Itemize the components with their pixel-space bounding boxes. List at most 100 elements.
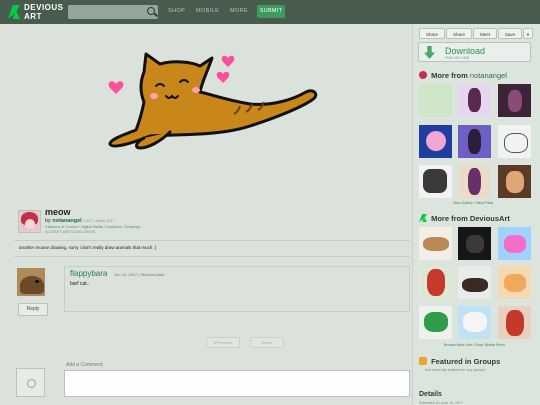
gallery-thumbnail[interactable]	[498, 125, 531, 158]
thumb-figure	[468, 168, 481, 195]
avatar-face	[25, 219, 35, 229]
gallery-thumbnail[interactable]	[458, 165, 491, 198]
thumb-figure	[462, 278, 488, 292]
deviation-title: meow	[45, 207, 71, 217]
thumb-figure	[504, 133, 528, 153]
related-thumbnail[interactable]	[419, 227, 452, 260]
gallery-links[interactable]: View Gallery • View Prints	[453, 201, 493, 205]
thumb-figure	[426, 131, 446, 151]
related-links[interactable]: Browse More Like • Shop Similar Prints	[444, 343, 505, 347]
thumb-figure	[506, 310, 524, 336]
related-thumbnail[interactable]	[498, 266, 531, 299]
meet-button[interactable]: Meet	[473, 28, 497, 39]
submit-button[interactable]: SUBMIT	[257, 5, 285, 18]
search-icon[interactable]	[147, 7, 155, 15]
gallery-thumbnail[interactable]	[419, 125, 452, 158]
current-user-avatar	[16, 368, 45, 397]
comment-text: barf cat..	[70, 281, 90, 287]
download-size: PNG 433 x 526	[445, 56, 469, 60]
chevron-down-icon: ▾	[526, 32, 530, 37]
share-label-2: Share	[452, 32, 465, 37]
deviation-time: 1,627 Views 2017	[83, 218, 115, 223]
commenter-username[interactable]: flappybara	[70, 269, 107, 278]
logo-text-line2: ART	[24, 12, 42, 21]
reply-button[interactable]: Reply	[18, 303, 48, 316]
thumb-figure	[504, 274, 526, 292]
more-options-button[interactable]: ▾	[523, 28, 533, 39]
artwork-image[interactable]	[100, 44, 325, 159]
more-from-prefix: More from	[431, 71, 468, 80]
divider	[14, 240, 410, 241]
avatar-body	[20, 276, 44, 294]
related-thumbnail[interactable]	[458, 227, 491, 260]
comment-meta: Jun 19, 2017 | Student Artist	[114, 272, 165, 277]
previous-page-button[interactable]: ◂ Previous	[206, 337, 240, 348]
nav-mobile[interactable]: MOBILE	[196, 8, 219, 14]
featured-groups-note: Not currently featured in any groups	[425, 368, 486, 372]
related-thumbnail[interactable]	[458, 306, 491, 339]
download-arrow-icon	[424, 46, 435, 59]
thumb-figure	[463, 312, 487, 332]
author-mini-avatar-icon	[419, 71, 427, 79]
nav-shop[interactable]: SHOP	[168, 8, 185, 14]
related-thumbnail[interactable]	[419, 266, 452, 299]
groups-icon	[419, 357, 427, 365]
thumb-figure	[506, 171, 524, 193]
gallery-thumbnail[interactable]	[419, 84, 452, 117]
commenter-avatar[interactable]	[17, 268, 45, 296]
gallery-thumbnail[interactable]	[458, 84, 491, 117]
category-breadcrumb[interactable]: Cartoons & Comics / Digital Media / Cart…	[45, 225, 140, 229]
logo-mark-icon	[8, 5, 20, 19]
save-button[interactable]: Save	[498, 28, 522, 39]
share-button-2[interactable]: Share	[446, 28, 472, 39]
site-logo[interactable]: DEVIOUS ART	[8, 3, 68, 21]
more-from-site-title: More from DeviousArt	[431, 214, 510, 223]
related-thumbnail[interactable]	[419, 306, 452, 339]
featured-groups-heading: Featured in Groups	[419, 357, 500, 366]
logo-text-line1: DEVIOUS	[24, 3, 64, 12]
download-button[interactable]: Download PNG 433 x 526	[418, 42, 531, 62]
next-page-button[interactable]: Next ▸	[250, 337, 284, 348]
thumb-figure	[508, 90, 522, 112]
save-label: Save	[504, 32, 516, 37]
more-from-author-heading: More from notanangel	[419, 71, 507, 80]
thumb-figure	[427, 269, 445, 296]
thumb-figure	[423, 169, 447, 193]
share-button[interactable]: Share	[419, 28, 445, 39]
divider	[14, 256, 410, 257]
related-thumbnail[interactable]	[498, 227, 531, 260]
search-input[interactable]	[68, 5, 158, 19]
more-from-author-link[interactable]: notanangel	[470, 71, 507, 80]
gallery-thumbnail[interactable]	[498, 165, 531, 198]
thumb-figure	[504, 235, 526, 253]
related-thumbnail[interactable]	[458, 266, 491, 299]
avatar-eye	[35, 280, 39, 283]
thumb-figure	[423, 237, 449, 251]
cat-drawing	[108, 52, 318, 150]
gallery-thumbnail[interactable]	[419, 165, 452, 198]
thumb-figure	[468, 129, 481, 154]
by-label: by	[45, 218, 51, 224]
thumb-figure	[466, 235, 484, 253]
thumb-figure	[424, 312, 448, 332]
deviation-byline: by notanangel 1,627 Views 2017	[45, 218, 115, 224]
more-from-site-heading: More from DeviousArt	[419, 214, 510, 223]
related-thumbnail[interactable]	[498, 306, 531, 339]
download-label: Download	[445, 46, 486, 56]
details-heading: Details	[419, 391, 442, 398]
thumb-figure	[468, 88, 481, 112]
author-link[interactable]: notanangel	[52, 218, 81, 224]
share-label: Share	[425, 32, 438, 37]
featured-groups-title: Featured in Groups	[431, 357, 501, 366]
gallery-thumbnail[interactable]	[458, 125, 491, 158]
top-navigation-bar: DEVIOUS ART SHOP MOBILE MORE SUBMIT	[0, 0, 540, 24]
deviation-description: another mouse drawing, sorry i don't rea…	[19, 245, 157, 250]
author-avatar[interactable]	[18, 210, 41, 233]
details-submitted-row: Submitted on June 19, 2017	[419, 401, 463, 405]
deviation-tags[interactable]: #CATART #ARTCHALLENGE	[45, 230, 95, 234]
add-comment-label: Add a Comment:	[66, 362, 104, 368]
comment-input[interactable]	[64, 370, 410, 397]
site-logo-icon	[419, 214, 427, 222]
nav-more[interactable]: MORE	[230, 8, 248, 14]
gallery-thumbnail[interactable]	[498, 84, 531, 117]
